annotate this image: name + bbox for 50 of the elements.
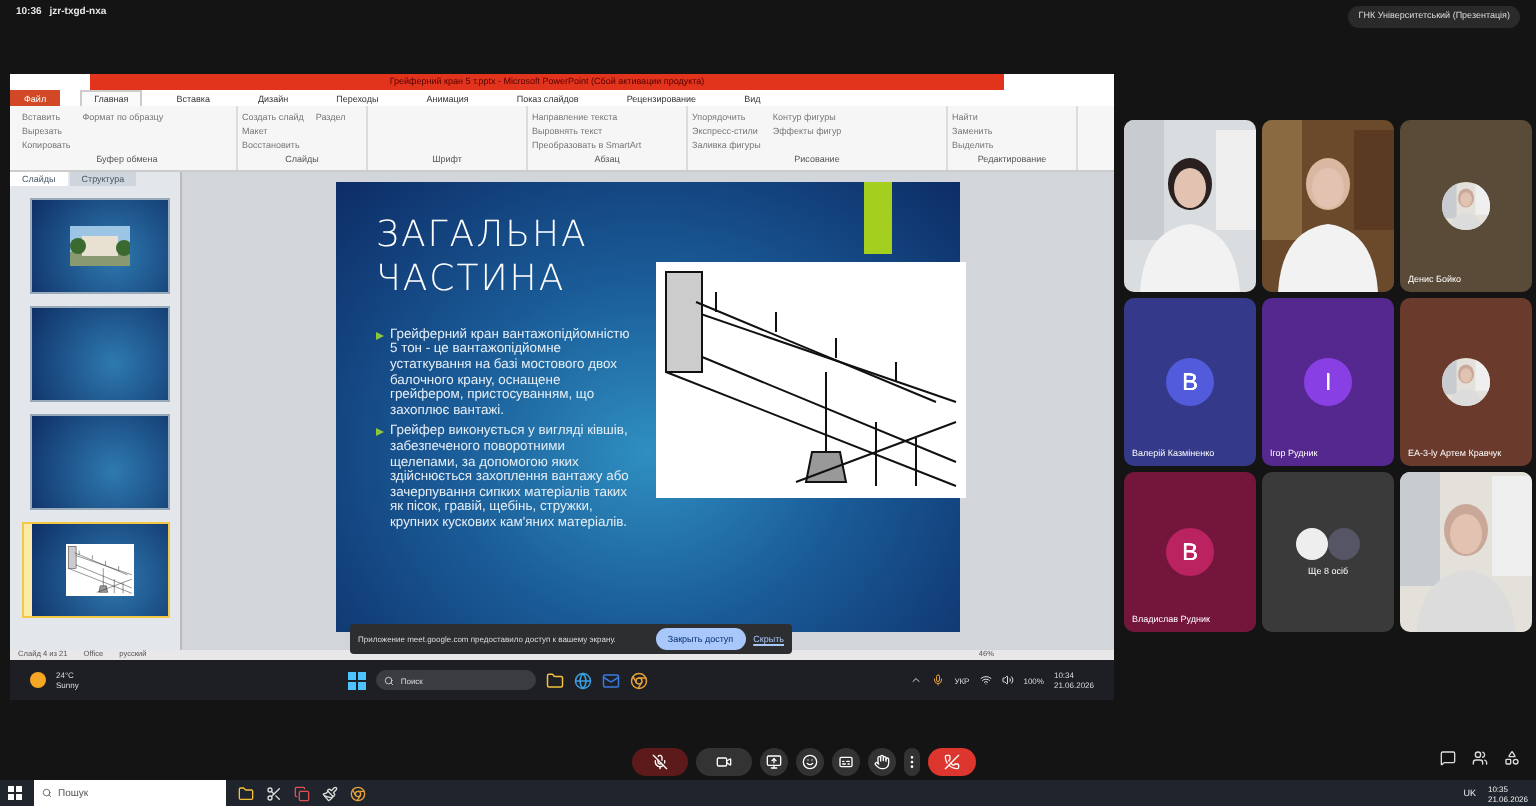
browser-icon[interactable] (630, 671, 649, 690)
folder-icon[interactable] (238, 785, 254, 801)
raise-hand-button[interactable] (868, 748, 896, 776)
present-button[interactable] (760, 748, 788, 776)
wifi-icon[interactable] (979, 674, 992, 687)
mic-button[interactable] (632, 748, 688, 776)
people-icon[interactable] (1472, 750, 1488, 766)
folder-icon[interactable] (546, 671, 565, 690)
camera-button[interactable] (696, 748, 752, 776)
globe-icon[interactable] (574, 671, 593, 690)
captions-icon (838, 754, 854, 770)
brush-icon[interactable] (322, 785, 338, 801)
scissors-icon[interactable] (266, 785, 282, 801)
leave-call-button[interactable] (928, 748, 976, 776)
avatar-icon (1328, 528, 1360, 560)
bullet-icon (376, 428, 384, 437)
more-button[interactable] (904, 748, 920, 776)
hang-up-icon (944, 754, 960, 770)
slide-thumbnail[interactable] (30, 197, 170, 294)
hand-icon (874, 754, 890, 770)
crane-drawing (66, 543, 134, 596)
mail-icon[interactable] (602, 671, 621, 690)
slide-tag (864, 181, 892, 254)
windows-icon[interactable] (8, 786, 22, 800)
chat-icon[interactable] (1440, 750, 1456, 766)
emoji-button[interactable] (796, 748, 824, 776)
browser-icon[interactable] (350, 785, 366, 801)
avatar: B (1166, 528, 1214, 576)
windows-icon[interactable] (348, 671, 367, 690)
slide-title: ЗАГАЛЬНА ЧАСТИНА (376, 213, 590, 302)
camera-icon (716, 754, 732, 770)
avatar: I (1304, 358, 1352, 406)
search-icon (384, 675, 395, 686)
present-icon (766, 754, 782, 770)
copy-icon[interactable] (294, 785, 310, 801)
slide-thumbnail[interactable] (22, 521, 170, 618)
avatar-icon (1296, 528, 1328, 560)
captions-button[interactable] (832, 748, 860, 776)
avatar: B (1166, 358, 1214, 406)
slide-thumbnail[interactable] (30, 413, 170, 510)
sun-icon (30, 672, 46, 689)
search-icon (42, 788, 52, 798)
mic-icon[interactable] (932, 674, 945, 687)
activities-icon[interactable] (1504, 750, 1520, 766)
smile-icon (802, 754, 818, 770)
bullet-icon (376, 331, 384, 340)
chevron-icon[interactable] (910, 674, 923, 687)
slide-thumbnail[interactable] (30, 305, 170, 402)
mic-off-icon (652, 754, 668, 770)
volume-icon[interactable] (1001, 674, 1014, 687)
